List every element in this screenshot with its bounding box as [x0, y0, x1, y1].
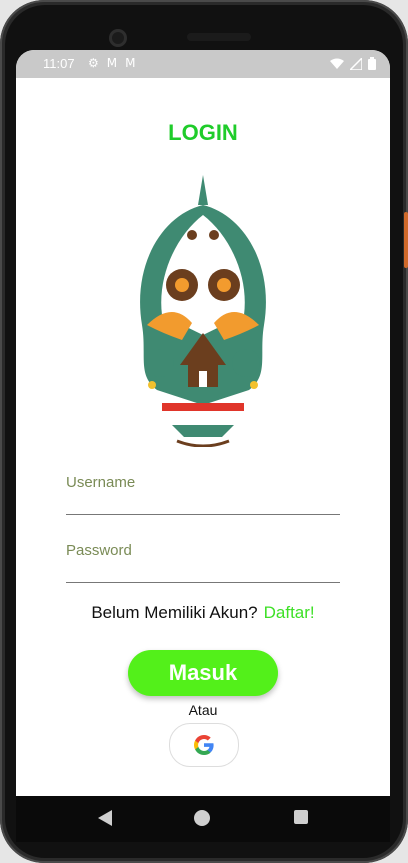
recents-icon[interactable] [294, 810, 308, 824]
notification-icons: ⚙ M M [88, 56, 135, 70]
signal-icon [350, 57, 362, 70]
username-input[interactable] [66, 491, 344, 512]
wifi-icon [330, 58, 344, 69]
app-screen: 11:07 ⚙ M M LOGIN Username Password Belu… [16, 50, 390, 796]
signup-prompt: Belum Memiliki Akun? Daftar! [16, 603, 390, 623]
earpiece-speaker [187, 33, 251, 41]
google-icon [194, 735, 214, 755]
login-button[interactable]: Masuk [128, 650, 278, 696]
gmail-icon: M [106, 56, 118, 70]
gmail-icon-2: M [125, 56, 136, 70]
signup-prompt-text: Belum Memiliki Akun? [91, 603, 258, 622]
alternative-label: Atau [188, 702, 218, 718]
username-field[interactable]: Username [66, 474, 344, 515]
google-signin-button[interactable] [169, 723, 239, 767]
page-title: LOGIN [168, 120, 238, 145]
battery-icon [368, 57, 376, 70]
home-icon[interactable] [194, 810, 210, 826]
status-time: 11:07 [43, 56, 75, 71]
android-nav-bar [16, 796, 390, 842]
back-icon[interactable] [98, 810, 112, 826]
username-label: Username [66, 474, 136, 491]
password-input[interactable] [66, 559, 344, 580]
gunungan-wayang-logo-icon [140, 175, 266, 447]
status-bar: 11:07 ⚙ M M [16, 50, 390, 78]
system-icons [330, 57, 376, 70]
password-label: Password [66, 542, 132, 559]
phone-frame: 11:07 ⚙ M M LOGIN Username Password Belu… [0, 0, 408, 863]
gear-icon: ⚙ [88, 56, 99, 70]
password-field[interactable]: Password [66, 542, 344, 583]
front-camera-icon [109, 29, 127, 47]
power-button [404, 212, 408, 268]
signup-link[interactable]: Daftar! [264, 603, 315, 622]
